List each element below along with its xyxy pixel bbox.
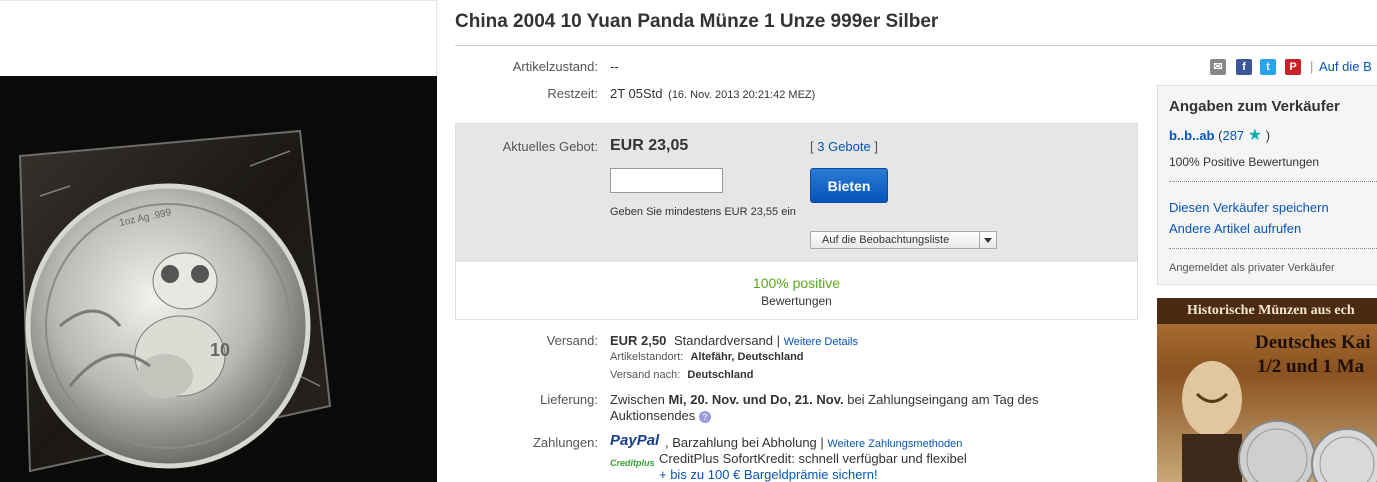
bid-count-link[interactable]: 3 Gebote [817,139,871,154]
delivery-line1: Zwischen Mi, 20. Nov. und Do, 21. Nov. b… [610,392,1039,407]
payment-label: Zahlungen: [532,435,598,450]
other-items-link[interactable]: Andere Artikel aufrufen [1169,221,1301,236]
current-bid-label: Aktuelles Gebot: [502,139,598,154]
seller-info-panel [1157,85,1377,285]
watchlist-button-label: Auf die Beobachtungsliste [822,234,950,246]
bid-amount-input[interactable] [610,168,723,193]
seller-score-close: ) [1265,128,1271,143]
ships-to-value: Deutschland [687,369,754,381]
help-icon[interactable]: ? [698,410,711,423]
save-seller-link[interactable]: Diesen Verkäufer speichern [1169,200,1329,215]
seller-name-link[interactable]: b..b..ab [1169,128,1215,143]
ad-line2: 1/2 und 1 Ma [1257,356,1365,377]
twitter-icon[interactable]: t [1260,59,1276,75]
watchlist-top-link[interactable]: Auf die B [1319,59,1372,74]
ad-header: Historische Münzen aus ech [1157,298,1377,324]
shipping-type: Standardversand | [674,333,780,348]
bid-count-close: ] [874,139,878,154]
auction-end-time: (16. Nov. 2013 20:21:42 MEZ) [668,89,816,101]
delivery-line2-text: Auktionsendes [610,408,696,423]
mail-icon[interactable]: ✉ [1210,59,1226,75]
place-bid-button[interactable]: Bieten [810,168,888,203]
ad-line1: Deutsches Kai [1255,332,1371,353]
delivery-dates: Mi, 20. Nov. und Do, 21. Nov. [668,392,844,407]
shipping-line: EUR 2,50 Standardversand | Weitere Detai… [610,333,858,348]
shipping-label: Versand: [546,333,598,348]
ships-to-label: Versand nach: [610,369,681,381]
payment-cash: , Barzahlung bei Abholung | [665,435,824,450]
bid-count: [ 3 Gebote ] [810,139,878,154]
more-payment-methods-link[interactable]: Weitere Zahlungsmethoden [827,438,962,450]
delivery-prefix: Zwischen [610,392,665,407]
item-location: Artikelstandort: Altefähr, Deutschland [610,351,804,363]
condition-value: -- [610,59,619,74]
feedback-label: Bewertungen [761,294,832,308]
payment-methods: , Barzahlung bei Abholung | Weitere Zahl… [665,435,962,450]
creditplus-text: CreditPlus SofortKredit: schnell verfügb… [659,451,967,466]
condition-label: Artikelzustand: [512,59,598,74]
product-photo[interactable]: 1oz Ag .999 10 [0,76,437,482]
creditplus-logo: Creditplus [610,458,655,468]
page-title: China 2004 10 Yuan Panda Münze 1 Unze 99… [455,11,939,32]
shipping-price: EUR 2,50 [610,333,667,348]
facebook-icon[interactable]: f [1236,59,1252,75]
delivery-line2: Auktionsendes ? [610,408,711,423]
creditplus-link[interactable]: + bis zu 100 € Bargeldprämie sichern! [659,467,878,482]
coin-image: 1oz Ag .999 10 [0,76,437,482]
current-bid-price: EUR 23,05 [610,137,689,154]
seller-name-line: b..b..ab (287 ★ ) [1169,125,1270,145]
private-seller-note: Angemeldet als privater Verkäufer [1169,262,1335,274]
delivery-label: Lieferung: [540,392,598,407]
title-divider [455,45,1377,46]
time-left: 2T 05Std (16. Nov. 2013 20:21:42 MEZ) [610,86,815,101]
image-top-area [0,0,437,76]
share-separator: | [1310,59,1314,74]
ad-banner[interactable]: Historische Münzen aus ech Deutsches Kai… [1157,298,1377,482]
item-location-value: Altefähr, Deutschland [690,351,804,363]
delivery-suffix: bei Zahlungseingang am Tag des [847,392,1039,407]
chevron-down-icon[interactable] [979,232,996,248]
creditplus-logo-text: Creditplus [610,458,655,468]
min-bid-hint: Geben Sie mindestens EUR 23,55 ein [610,206,796,218]
seller-heading: Angaben zum Verkäufer [1169,98,1340,115]
star-icon: ★ [1247,127,1263,144]
ships-to: Versand nach: Deutschland [610,369,753,381]
seller-positive: 100% Positive Bewertungen [1169,155,1320,169]
seller-score-link[interactable]: 287 [1222,128,1244,143]
svg-text:10: 10 [210,340,230,360]
paypal-logo: PayPal [610,432,659,449]
bid-count-open: [ [810,139,814,154]
seller-divider-2 [1169,248,1377,249]
shipping-details-link[interactable]: Weitere Details [784,336,858,348]
seller-divider-1 [1169,181,1377,182]
paypal-logo-text: PayPal [610,432,660,449]
time-left-label: Restzeit: [547,86,598,101]
feedback-percent: 100% positive [752,275,841,291]
time-left-value: 2T 05Std [610,86,663,101]
watchlist-button[interactable]: Auf die Beobachtungsliste [810,231,997,249]
pinterest-icon[interactable]: P [1285,59,1301,75]
item-location-label: Artikelstandort: [610,351,684,363]
